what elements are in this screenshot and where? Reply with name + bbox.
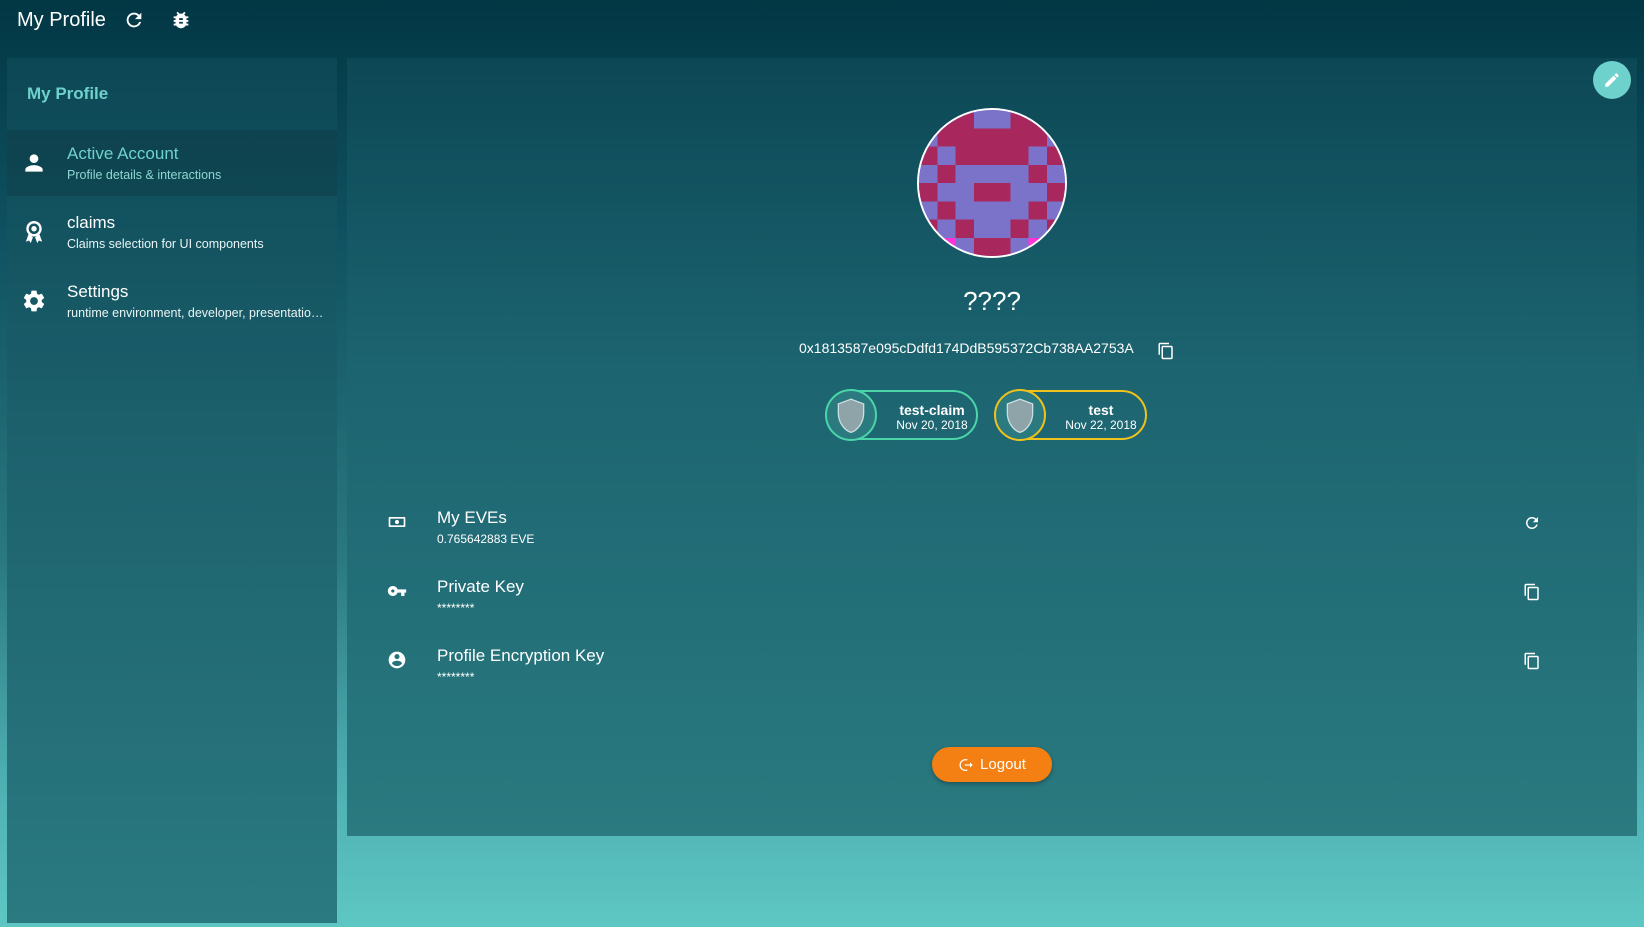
gear-icon [21, 288, 47, 314]
claim-date: Nov 22, 2018 [1065, 418, 1137, 432]
sidebar-item-subtitle: Profile details & interactions [67, 168, 222, 182]
sidebar-item-subtitle: runtime environment, developer, presenta… [67, 306, 325, 320]
person-icon [21, 150, 47, 176]
profile-name: ???? [963, 286, 1021, 316]
claim-shield [994, 389, 1046, 441]
sidebar-item-active-account[interactable]: Active Account Profile details & interac… [7, 130, 337, 196]
sidebar-item-claims[interactable]: claims Claims selection for UI component… [7, 199, 337, 265]
logout-button[interactable]: Logout [932, 747, 1052, 782]
refresh-icon[interactable] [1523, 514, 1541, 532]
sidebar-item-title: Settings [67, 282, 129, 301]
list-item-value: 0.765642883 EVE [437, 532, 535, 546]
shield-icon [1006, 398, 1034, 434]
sidebar-item-subtitle: Claims selection for UI components [67, 237, 264, 251]
avatar[interactable] [917, 108, 1067, 258]
edit-button[interactable] [1593, 61, 1631, 99]
award-icon [21, 219, 47, 245]
account-address: 0x1813587e095cDdfd174DdB595372Cb738AA275… [799, 340, 1134, 356]
money-icon [387, 512, 407, 532]
list-item-value: ******** [437, 601, 475, 615]
copy-icon[interactable] [1157, 342, 1175, 360]
bug-icon[interactable] [170, 9, 192, 31]
list-item-title: Profile Encryption Key [437, 646, 605, 665]
logout-label: Logout [980, 756, 1026, 773]
list-item-profile-encryption-key: Profile Encryption Key ******** [387, 646, 1587, 706]
shield-icon [837, 398, 865, 434]
claim-date: Nov 20, 2018 [896, 418, 968, 432]
sidebar-item-title: claims [67, 213, 116, 232]
copy-icon[interactable] [1523, 652, 1541, 670]
pencil-icon [1605, 73, 1619, 87]
claim-badge[interactable]: test-claim Nov 20, 2018 [825, 389, 978, 441]
logout-icon [959, 758, 973, 771]
claim-name: test [1088, 402, 1114, 418]
sidebar-item-title: Active Account [67, 144, 179, 163]
claim-name: test-claim [899, 402, 965, 418]
app-title: My Profile [17, 9, 106, 31]
list-item-my-eves: My EVEs 0.765642883 EVE [387, 508, 1587, 568]
refresh-icon[interactable] [123, 9, 145, 31]
sidebar: My Profile Active Account Profile detail… [7, 58, 337, 923]
sidebar-header: My Profile [27, 84, 109, 103]
claim-badge[interactable]: test Nov 22, 2018 [994, 389, 1147, 441]
list-item-title: My EVEs [437, 508, 507, 527]
list-item-title: Private Key [437, 577, 524, 596]
top-bar: My Profile [0, 0, 1644, 42]
sidebar-item-settings[interactable]: Settings runtime environment, developer,… [7, 268, 337, 334]
copy-icon[interactable] [1523, 583, 1541, 601]
list-item-private-key: Private Key ******** [387, 577, 1587, 637]
account-circle-icon [387, 650, 407, 670]
key-icon [387, 581, 407, 601]
profile-panel: ???? 0x1813587e095cDdfd174DdB595372Cb738… [347, 58, 1637, 836]
list-item-value: ******** [437, 670, 475, 684]
claim-shield [825, 389, 877, 441]
